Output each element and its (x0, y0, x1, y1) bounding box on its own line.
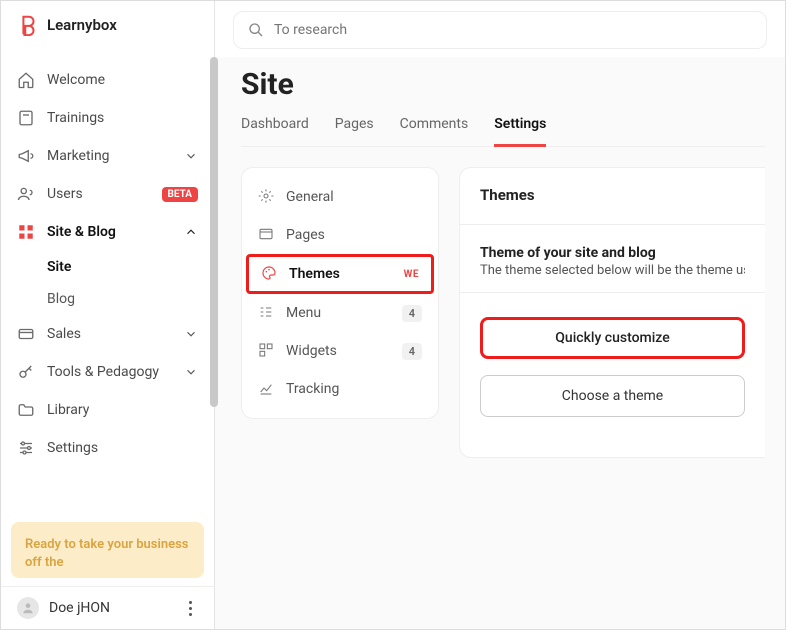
item-label: Widgets (286, 343, 392, 359)
nav-label: Welcome (47, 72, 198, 88)
new-tag: WE (404, 269, 419, 280)
nav-label: Trainings (47, 110, 198, 126)
tab-settings[interactable]: Settings (494, 108, 546, 147)
count-badge: 4 (402, 305, 422, 322)
button-label: Quickly customize (555, 330, 669, 346)
main-content: Site Dashboard Pages Comments Settings G… (215, 1, 785, 629)
search-input[interactable] (274, 22, 752, 38)
avatar[interactable] (17, 597, 39, 619)
search-field[interactable] (233, 11, 767, 49)
tab-pages[interactable]: Pages (335, 108, 374, 146)
megaphone-icon (17, 147, 35, 165)
item-label: General (286, 189, 422, 205)
panel-subheading: Theme of your site and blog (480, 245, 745, 261)
sliders-icon (17, 439, 35, 457)
nav-blog[interactable]: Blog (47, 283, 214, 315)
divider (460, 292, 765, 293)
item-label: Pages (286, 227, 422, 243)
user-bar: Doe jHON (1, 586, 214, 629)
list-icon (258, 304, 276, 322)
nav-users[interactable]: Users BETA (1, 175, 214, 213)
nav-tools[interactable]: Tools & Pedagogy (1, 353, 214, 391)
tabs: Dashboard Pages Comments Settings (241, 108, 765, 147)
gear-icon (258, 188, 276, 206)
logo[interactable]: Learnybox (1, 1, 214, 49)
nav-label: Users (47, 186, 150, 202)
nav-sales[interactable]: Sales (1, 315, 214, 353)
chevron-down-icon (184, 149, 198, 163)
chevron-up-icon (184, 225, 198, 239)
person-icon (21, 601, 35, 615)
item-label: Menu (286, 305, 392, 321)
settings-themes[interactable]: Themes WE (246, 254, 434, 294)
promo-banner[interactable]: Ready to take your business off the (11, 522, 204, 578)
nav-site-blog[interactable]: Site & Blog (1, 213, 214, 251)
panel-description: The theme selected below will be the the… (480, 263, 745, 278)
settings-general[interactable]: General (242, 178, 438, 216)
nav-label: Library (47, 402, 198, 418)
folder-icon (17, 401, 35, 419)
logo-text: Learnybox (47, 16, 117, 34)
settings-tracking[interactable]: Tracking (242, 370, 438, 408)
nav-label: Settings (47, 440, 198, 456)
scrollbar[interactable] (210, 57, 218, 407)
tab-dashboard[interactable]: Dashboard (241, 108, 309, 146)
main-nav: Welcome Trainings Marketing Users BETA S… (1, 49, 214, 514)
settings-pages[interactable]: Pages (242, 216, 438, 254)
divider (460, 224, 765, 225)
count-badge: 4 (402, 343, 422, 360)
logo-icon (17, 14, 39, 36)
nav-settings[interactable]: Settings (1, 429, 214, 467)
item-label: Themes (289, 266, 394, 282)
chart-icon (258, 380, 276, 398)
search-icon (248, 22, 264, 38)
user-name: Doe jHON (49, 600, 172, 616)
settings-sidepanel: General Pages Themes WE Menu 4 (241, 167, 439, 419)
choose-theme-button[interactable]: Choose a theme (480, 375, 745, 417)
grid-icon (17, 223, 35, 241)
nav-site-blog-sub: Site Blog (1, 251, 214, 315)
users-icon (17, 185, 35, 203)
palette-icon (261, 265, 279, 283)
chevron-down-icon (184, 327, 198, 341)
nav-label: Sales (47, 326, 172, 342)
nav-label: Site & Blog (47, 224, 172, 240)
home-icon (17, 71, 35, 89)
sidebar: Learnybox Welcome Trainings Marketing Us… (1, 1, 215, 629)
page-title: Site (241, 67, 765, 102)
nav-label: Blog (47, 291, 198, 307)
nav-welcome[interactable]: Welcome (1, 61, 214, 99)
chevron-down-icon (184, 365, 198, 379)
button-label: Choose a theme (562, 388, 663, 404)
card-icon (17, 325, 35, 343)
beta-badge: BETA (162, 187, 199, 202)
widgets-icon (258, 342, 276, 360)
quickly-customize-button[interactable]: Quickly customize (480, 317, 745, 359)
search-bar (215, 1, 785, 57)
book-icon (17, 109, 35, 127)
promo-text: Ready to take your business off the (25, 537, 188, 570)
nav-label: Site (47, 259, 198, 275)
nav-trainings[interactable]: Trainings (1, 99, 214, 137)
nav-label: Tools & Pedagogy (47, 364, 172, 380)
nav-marketing[interactable]: Marketing (1, 137, 214, 175)
settings-widgets[interactable]: Widgets 4 (242, 332, 438, 370)
user-menu-button[interactable] (182, 601, 198, 616)
themes-panel: Themes Theme of your site and blog The t… (459, 167, 765, 458)
tab-comments[interactable]: Comments (400, 108, 469, 146)
settings-menu[interactable]: Menu 4 (242, 294, 438, 332)
nav-site[interactable]: Site (47, 251, 214, 283)
window-icon (258, 226, 276, 244)
panel-heading: Themes (480, 186, 745, 204)
nav-library[interactable]: Library (1, 391, 214, 429)
item-label: Tracking (286, 381, 422, 397)
key-icon (17, 363, 35, 381)
nav-label: Marketing (47, 148, 172, 164)
